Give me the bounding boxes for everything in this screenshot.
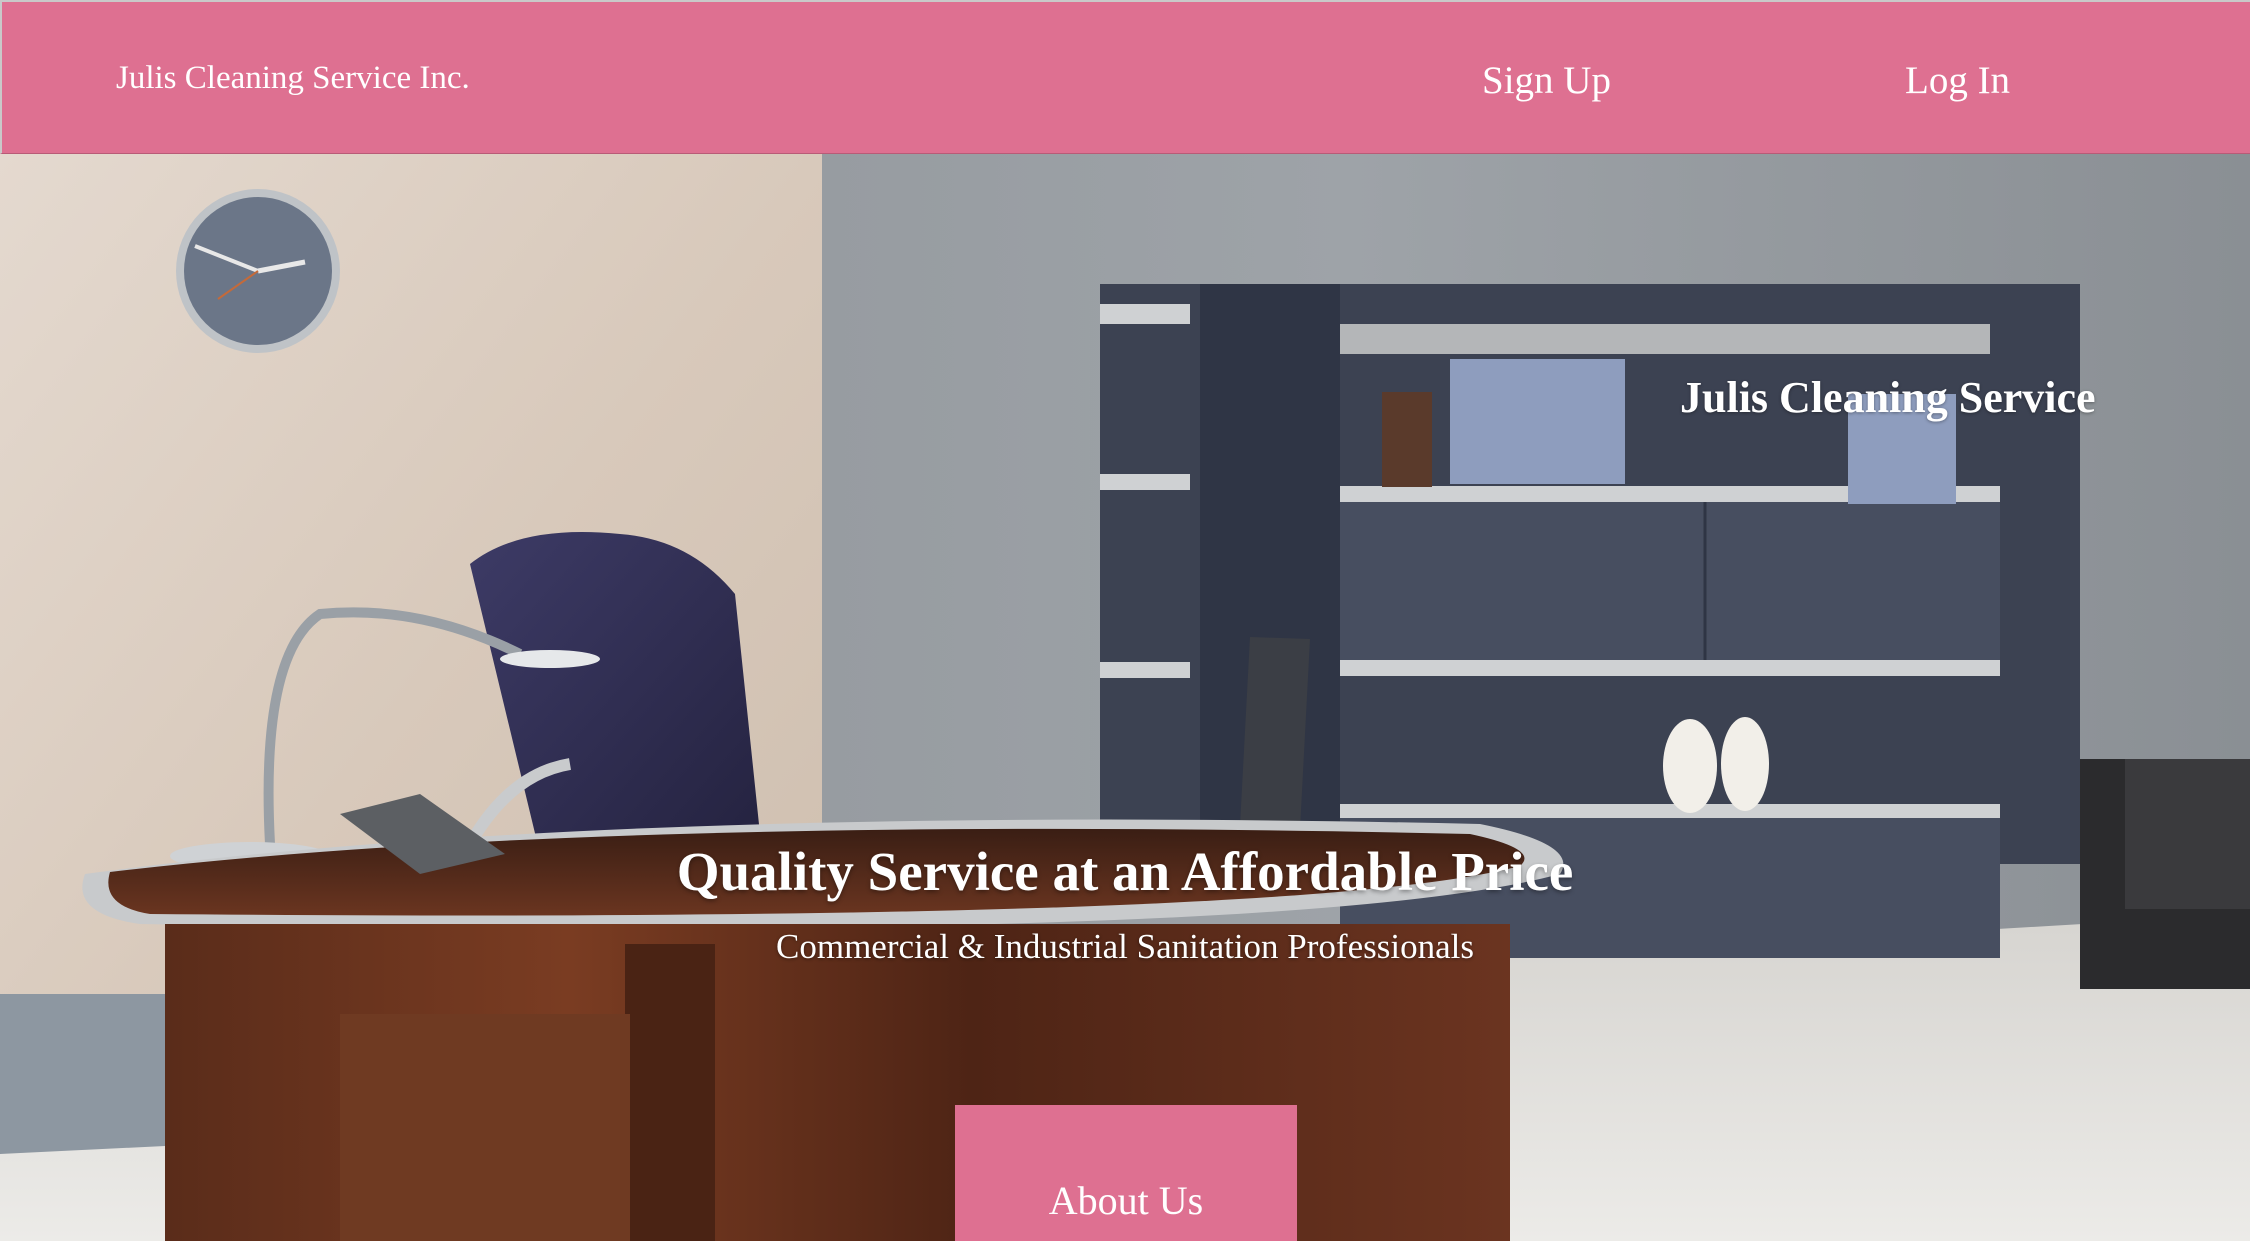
wall-clock <box>176 189 340 353</box>
sign-up-link[interactable]: Sign Up <box>1482 58 1611 103</box>
hero-headline: Quality Service at an Affordable Price <box>676 841 1574 902</box>
hero-subheadline: Commercial & Industrial Sanitation Profe… <box>776 927 1474 966</box>
about-us-button[interactable]: About Us <box>955 1105 1297 1241</box>
log-in-link[interactable]: Log In <box>1905 58 2010 103</box>
hero-brand-title: Julis Cleaning Service <box>1680 373 2096 422</box>
hero-office-background-image <box>0 154 2250 1241</box>
site-brand-link[interactable]: Julis Cleaning Service Inc. <box>116 60 470 97</box>
top-navbar: Julis Cleaning Service Inc. Sign Up Log … <box>0 0 2250 154</box>
hero-section: Julis Cleaning Service Quality Service a… <box>0 154 2250 1241</box>
